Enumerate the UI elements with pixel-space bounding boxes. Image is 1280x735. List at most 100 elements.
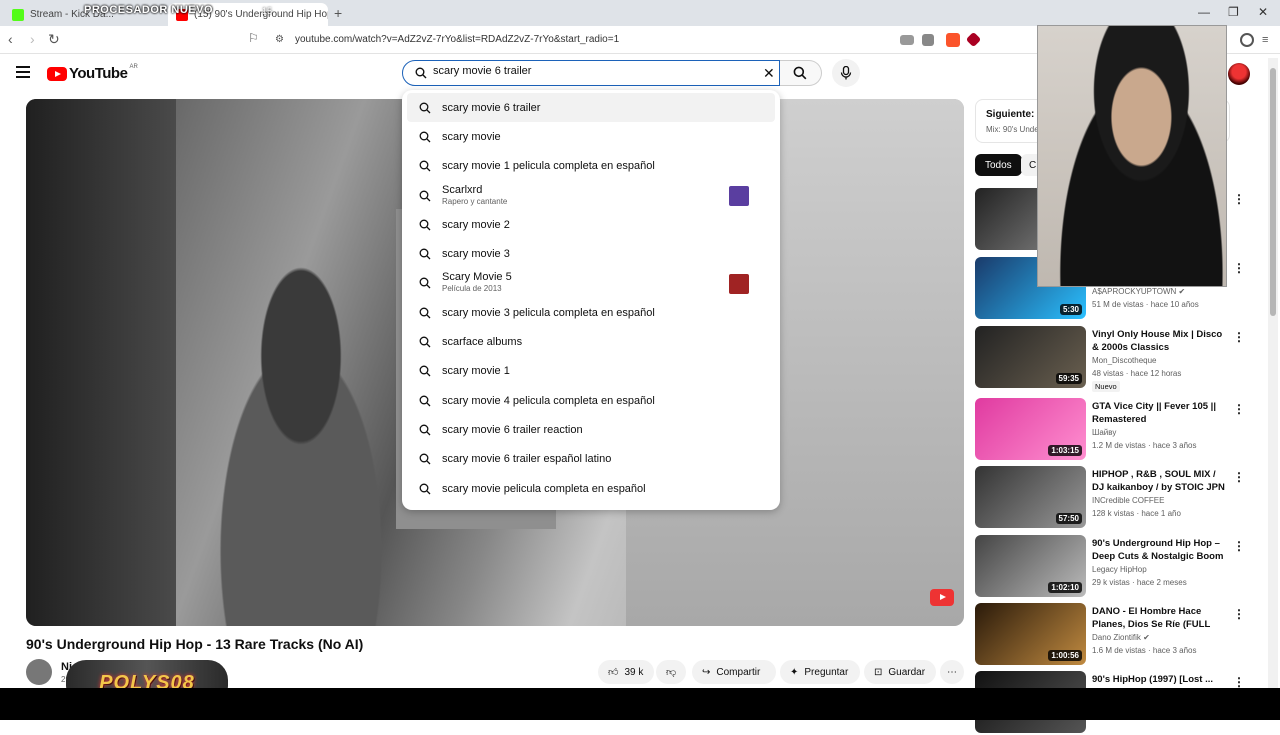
suggestion-item[interactable]: scary movie 6 trailer español latino	[402, 445, 780, 474]
maximize-icon[interactable]: ❐	[1228, 5, 1239, 19]
stream-overlay-number: 15	[262, 6, 273, 16]
reload-icon[interactable]: ↻	[48, 31, 60, 48]
suggestion-subtext: Rapero y cantante	[442, 196, 508, 206]
search-icon	[419, 307, 431, 319]
channel-name[interactable]: INCredible COFFEE	[1092, 496, 1164, 505]
suggestion-thumbnail	[729, 185, 749, 206]
video-meta: 48 vistas · hace 12 horas	[1092, 369, 1182, 378]
menu-icon[interactable]: ≡	[1262, 34, 1268, 46]
video-duration: 1:02:10	[1048, 582, 1082, 593]
save-button[interactable]: ⊡ Guardar	[864, 660, 936, 684]
rewards-icon[interactable]	[965, 31, 982, 48]
more-actions-button[interactable]: ⋯	[940, 660, 964, 684]
new-tab-icon[interactable]: +	[334, 5, 342, 21]
bookmark-icon[interactable]: ⚐	[248, 31, 259, 45]
cast-icon[interactable]	[900, 35, 914, 45]
more-options-icon[interactable]: ⋮	[1233, 470, 1245, 484]
chip-all[interactable]: Todos	[975, 154, 1022, 176]
url-field[interactable]: youtube.com/watch?v=AdZ2vZ-7rYo&list=RDA…	[295, 34, 619, 45]
suggestion-item[interactable]: Scarlxrd Rapero y cantante	[402, 181, 780, 210]
recommended-video[interactable]: 57:50 HIPHOP , R&B , SOUL MIX / DJ kaikan…	[975, 466, 1245, 530]
more-options-icon[interactable]: ⋮	[1233, 330, 1245, 344]
like-count: 39 k	[624, 666, 644, 678]
video-title[interactable]: 90's Underground Hip Hop – Deep Cuts & N…	[1092, 537, 1230, 563]
video-thumbnail[interactable]: 1:03:15	[975, 398, 1086, 460]
suggestion-item[interactable]: scarface albums	[402, 327, 780, 356]
video-thumbnail[interactable]: 57:50	[975, 466, 1086, 528]
video-title[interactable]: DANO - El Hombre Hace Planes, Dios Se Rí…	[1092, 605, 1230, 631]
search-icon	[793, 66, 807, 80]
recommended-video[interactable]: 59:35 Vinyl Only House Mix | Disco & 2000…	[975, 326, 1245, 392]
search-suggestions: scary movie 6 trailer scary movie scary mo…	[402, 90, 780, 510]
share-icon[interactable]	[922, 34, 934, 46]
hamburger-menu-icon[interactable]	[16, 66, 30, 81]
more-options-icon[interactable]: ⋮	[1233, 539, 1245, 553]
video-meta: 1.2 M de vistas · hace 3 años	[1092, 441, 1197, 450]
suggestion-item[interactable]: scary movie 3	[402, 239, 780, 268]
more-options-icon[interactable]: ⋮	[1233, 675, 1245, 689]
share-button[interactable]: ↪ Compartir	[692, 660, 776, 684]
search-button[interactable]	[780, 60, 822, 86]
channel-name[interactable]: Legacy HipHop	[1092, 565, 1147, 574]
dislike-button[interactable]: 👎︎	[656, 660, 686, 684]
video-title[interactable]: Vinyl Only House Mix | Disco & 2000s Cla…	[1092, 328, 1230, 354]
suggestion-text: scary movie 1	[442, 365, 510, 378]
suggestion-item[interactable]: scary movie 4 pelicula completa en españ…	[402, 386, 780, 415]
channel-name[interactable]: Mon_Discotheque	[1092, 356, 1156, 365]
search-icon	[419, 453, 431, 465]
suggestion-item[interactable]: scary movie 6 trailer	[407, 93, 775, 123]
video-thumbnail[interactable]: 59:35	[975, 326, 1086, 388]
search-icon	[419, 483, 431, 494]
vpn-icon[interactable]	[1240, 33, 1254, 47]
more-options-icon[interactable]: ⋮	[1233, 402, 1245, 416]
bookmark-icon: ⊡	[874, 666, 883, 678]
suggestion-thumbnail	[729, 273, 749, 294]
search-icon	[419, 336, 431, 348]
forward-icon[interactable]: ›	[30, 31, 35, 47]
user-avatar[interactable]	[1228, 63, 1250, 85]
suggestion-item[interactable]: scary movie pelicula completa en español	[402, 474, 780, 503]
more-options-icon[interactable]: ⋮	[1233, 607, 1245, 621]
suggestion-item[interactable]: scary movie 1	[402, 357, 780, 386]
youtube-logo[interactable]: YouTube AR	[47, 64, 138, 82]
more-options-icon[interactable]: ⋮	[1233, 192, 1245, 206]
video-title[interactable]: 90's HipHop (1997) [Lost ...	[1092, 673, 1230, 686]
channel-name[interactable]: A$APROCKYUPTOWN ✔	[1092, 287, 1185, 296]
scrollbar-thumb[interactable]	[1270, 68, 1276, 316]
more-options-icon[interactable]: ⋮	[1233, 261, 1245, 275]
video-thumbnail[interactable]: 1:02:10	[975, 535, 1086, 597]
browser-tabstrip: Stream - Kick Da... (15) 90's Undergroun…	[0, 0, 1280, 26]
site-settings-icon[interactable]: ⚙	[275, 34, 284, 45]
like-button[interactable]: 👍︎ 39 k	[598, 660, 654, 684]
voice-search-button[interactable]	[832, 59, 860, 87]
video-title[interactable]: GTA Vice City || Fever 105 || Remastered	[1092, 400, 1230, 426]
search-icon	[419, 395, 431, 407]
channel-name[interactable]: Dano Ziontifik ✔	[1092, 633, 1150, 642]
suggestion-item[interactable]: scary movie 6 trailer reaction	[402, 415, 780, 444]
channel-name[interactable]: Шайву	[1092, 428, 1116, 437]
recommended-video[interactable]: 1:03:15 GTA Vice City || Fever 105 || Rem…	[975, 398, 1245, 462]
channel-avatar[interactable]	[26, 659, 52, 685]
suggestion-text: scary movie 6 trailer	[442, 101, 541, 114]
video-meta: 128 k vistas · hace 1 año	[1092, 509, 1181, 518]
brave-shield-icon[interactable]	[946, 33, 960, 47]
search-input[interactable]	[433, 65, 753, 77]
minimize-icon[interactable]: —	[1198, 5, 1210, 19]
suggestion-item[interactable]: scary movie 2	[402, 210, 780, 239]
video-thumbnail[interactable]: 1:00:56	[975, 603, 1086, 665]
search-box[interactable]: ✕	[402, 60, 780, 86]
video-title[interactable]: HIPHOP , R&B , SOUL MIX / DJ kaikanboy /…	[1092, 468, 1230, 494]
suggestion-item[interactable]: scary movie 1 pelicula completa en españ…	[402, 152, 780, 181]
recommended-video[interactable]: 1:02:10 90's Underground Hip Hop – Deep C…	[975, 535, 1245, 599]
ask-button[interactable]: ✦ Preguntar	[780, 660, 860, 684]
close-window-icon[interactable]: ✕	[1258, 5, 1268, 19]
suggestion-text: scary movie 2	[442, 218, 510, 231]
back-icon[interactable]: ‹	[8, 31, 13, 47]
clear-search-icon[interactable]: ✕	[763, 65, 775, 82]
suggestion-text: scary movie 3 pelicula completa en españ…	[442, 306, 655, 319]
recommended-video[interactable]: 1:00:56 DANO - El Hombre Hace Planes, Dio…	[975, 603, 1245, 667]
suggestion-text: scary movie 3	[442, 248, 510, 261]
suggestion-item[interactable]: Scary Movie 5 Película de 2013	[402, 269, 780, 298]
suggestion-item[interactable]: scary movie 3 pelicula completa en españ…	[402, 298, 780, 327]
suggestion-item[interactable]: scary movie	[402, 122, 780, 151]
